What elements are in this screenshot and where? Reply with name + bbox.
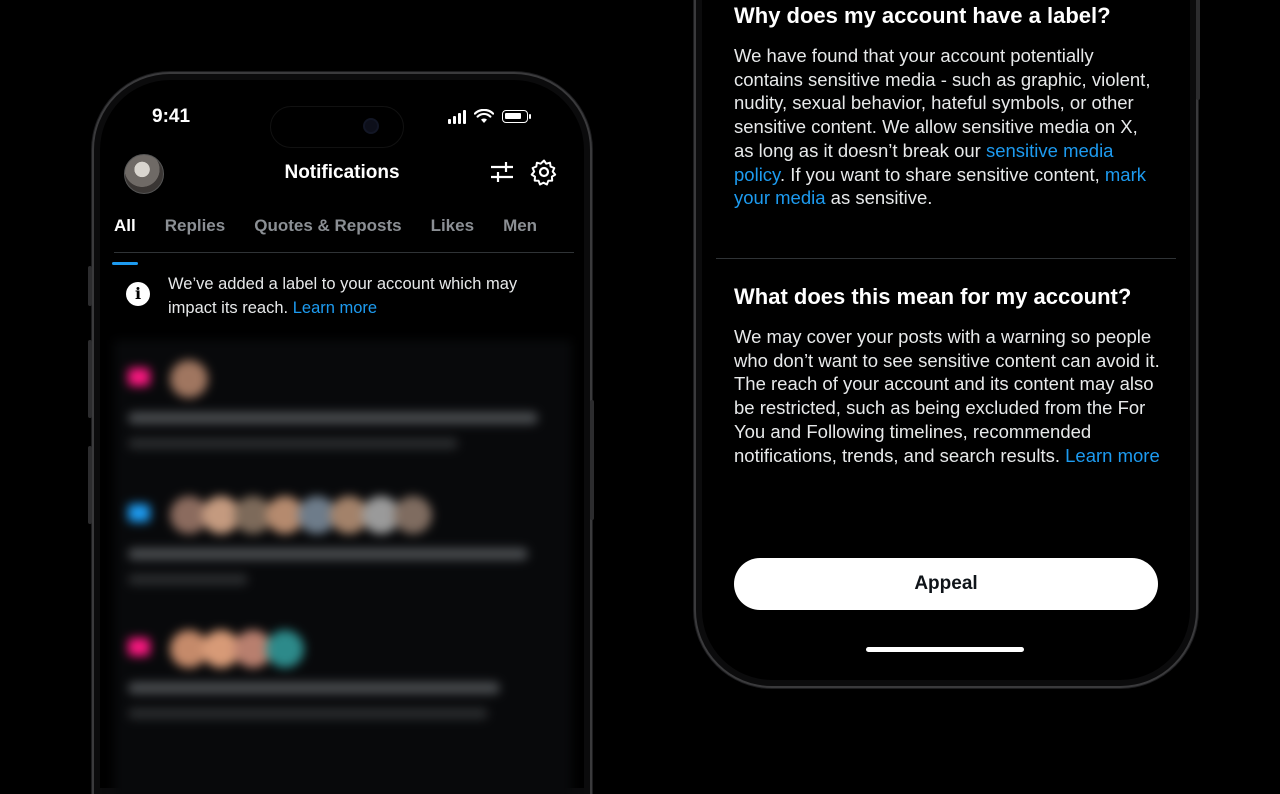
reply-icon bbox=[128, 504, 150, 522]
battery-icon bbox=[502, 110, 531, 123]
account-label-notice: i We’ve added a label to your account wh… bbox=[114, 268, 574, 338]
side-button bbox=[88, 340, 92, 418]
heart-icon bbox=[128, 368, 150, 386]
section-heading: What does this mean for my account? bbox=[734, 284, 1132, 309]
notification-tabs: All Replies Quotes & Reposts Likes Men bbox=[112, 212, 574, 265]
info-icon: i bbox=[126, 282, 150, 306]
body-text: as sensitive. bbox=[825, 187, 933, 209]
blurred-notification-feed bbox=[114, 340, 572, 794]
learn-more-link[interactable]: Learn more bbox=[1065, 445, 1160, 466]
side-button bbox=[590, 400, 594, 520]
phone-right: Why does my account have a label? We hav… bbox=[694, 0, 1198, 688]
tab-all[interactable]: All bbox=[112, 212, 138, 265]
section-what-it-means: What does this mean for my account? We m… bbox=[734, 283, 1162, 467]
gear-icon[interactable] bbox=[530, 158, 558, 186]
tab-replies[interactable]: Replies bbox=[165, 212, 225, 252]
notice-text: We’ve added a label to your account whic… bbox=[168, 272, 568, 320]
section-heading: Why does my account have a label? bbox=[734, 3, 1111, 28]
heart-icon bbox=[128, 638, 150, 656]
phone-left: 9:41 Notifications All Replies Quotes & … bbox=[92, 72, 592, 794]
learn-more-link[interactable]: Learn more bbox=[293, 299, 377, 317]
side-button bbox=[88, 446, 92, 524]
body-text: . If you want to share sensitive content… bbox=[779, 163, 1105, 185]
dynamic-island bbox=[270, 106, 404, 148]
sliders-icon[interactable] bbox=[488, 158, 516, 186]
section-body: We may cover your posts with a warning s… bbox=[734, 325, 1162, 467]
tab-likes[interactable]: Likes bbox=[431, 212, 474, 252]
cellular-signal-icon bbox=[448, 109, 466, 124]
appeal-button[interactable]: Appeal bbox=[734, 558, 1158, 610]
divider bbox=[716, 258, 1176, 259]
tab-mentions[interactable]: Men bbox=[503, 212, 537, 252]
status-time: 9:41 bbox=[152, 106, 191, 127]
home-indicator bbox=[866, 647, 1024, 652]
notifications-header: Notifications bbox=[94, 152, 590, 198]
tab-quotes-reposts[interactable]: Quotes & Reposts bbox=[254, 212, 401, 252]
camera-icon bbox=[365, 120, 377, 132]
side-button bbox=[88, 266, 92, 306]
side-button bbox=[1196, 0, 1200, 100]
wifi-icon bbox=[474, 109, 494, 123]
section-body: We have found that your account potentia… bbox=[734, 44, 1162, 210]
status-icons bbox=[448, 109, 531, 124]
section-why-label: Why does my account have a label? We hav… bbox=[734, 2, 1162, 210]
